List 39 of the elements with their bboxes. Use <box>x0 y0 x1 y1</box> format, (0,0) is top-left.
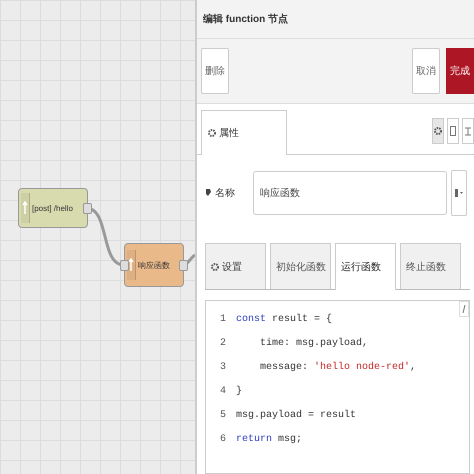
editor-tab[interactable]: 运行函数 <box>335 243 396 290</box>
node-label: 响应函数 <box>138 260 170 270</box>
code-line: time: msg.payload, <box>259 338 368 348</box>
settings-icon[interactable] <box>432 118 444 144</box>
done-button[interactable]: 完成 <box>446 48 474 94</box>
node-type-icon <box>127 250 136 280</box>
appearance-icon[interactable] <box>462 118 474 144</box>
editor-tab[interactable]: 初始化函数 <box>270 243 331 289</box>
gear-icon <box>211 262 219 270</box>
gear-icon <box>208 129 216 137</box>
code-line: const result = { <box>236 314 332 324</box>
tray-title: 编辑 function 节点 <box>203 12 288 26</box>
icon-dropdown-icon <box>454 188 464 198</box>
cancel-button[interactable]: 取消 <box>412 48 440 94</box>
code-line: } <box>236 386 242 396</box>
line-number: 1 <box>218 314 226 324</box>
line-number: 2 <box>218 338 226 348</box>
code-line: msg.payload = result <box>236 410 356 420</box>
editor-tab[interactable]: 终止函数 <box>400 243 461 289</box>
tab-label: 设置 <box>222 260 242 274</box>
line-number: 3 <box>218 362 226 372</box>
properties-tab[interactable]: 属性 <box>201 110 287 155</box>
expand-icon[interactable] <box>459 301 469 317</box>
line-number: 6 <box>218 434 226 444</box>
line-number: 5 <box>218 410 226 420</box>
description-icon[interactable] <box>447 118 459 144</box>
delete-button[interactable]: 删除 <box>201 48 229 94</box>
editor-tab[interactable]: 设置 <box>205 243 266 289</box>
icon-picker-button[interactable] <box>451 170 467 216</box>
node-type-icon <box>21 193 30 223</box>
code-line: return msg; <box>236 434 302 444</box>
line-number: 4 <box>218 386 226 396</box>
field-label: 名称 <box>215 187 235 200</box>
name-field[interactable]: 响应函数 <box>253 171 447 215</box>
code-editor[interactable]: 1 const result = { 2 time: msg.payload, 3 message: 'hello node-red', 4 } 5 msg.payload = result 6 return msg; <box>205 300 470 474</box>
tab-label: 属性 <box>219 126 239 140</box>
node-label: [post] /hello <box>32 204 73 212</box>
code-line: message: 'hello node-red', <box>259 362 416 372</box>
input-port[interactable] <box>120 260 129 271</box>
